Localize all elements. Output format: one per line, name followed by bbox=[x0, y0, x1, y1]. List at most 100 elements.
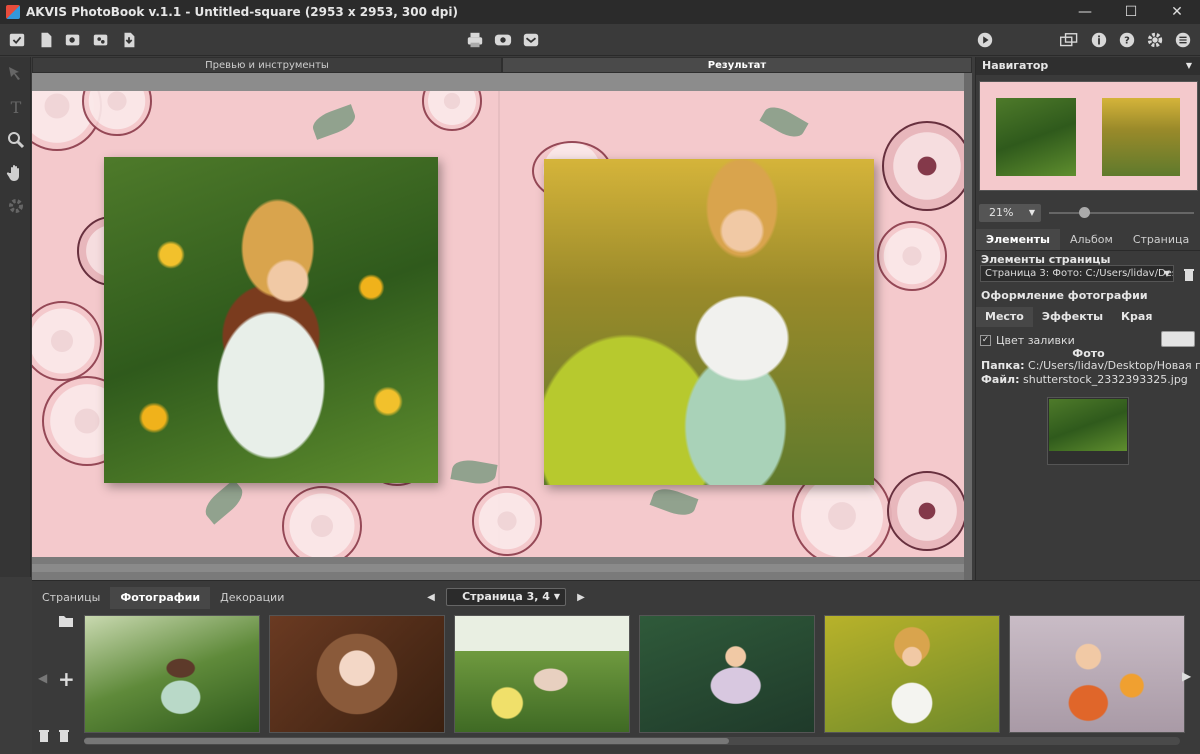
gear-icon[interactable] bbox=[0, 189, 31, 222]
folder-icon[interactable] bbox=[58, 613, 74, 632]
app-logo bbox=[6, 5, 20, 19]
canvas-area[interactable] bbox=[32, 73, 972, 580]
fill-color-label: Цвет заливки bbox=[996, 334, 1075, 347]
tab-edges[interactable]: Края bbox=[1112, 307, 1161, 327]
photo-thumbnail[interactable] bbox=[84, 615, 260, 733]
zoom-select[interactable]: 21% ▼ bbox=[979, 204, 1041, 222]
navigator-photo-right bbox=[1102, 98, 1180, 176]
page-select[interactable]: Страница 3, 4 ▼ bbox=[446, 588, 566, 606]
photo-thumbnail[interactable] bbox=[824, 615, 1000, 733]
new-page-icon[interactable] bbox=[35, 29, 57, 51]
next-page-icon[interactable]: ▶ bbox=[572, 592, 590, 603]
photo-frame-left[interactable] bbox=[104, 157, 438, 483]
photo-frame-right[interactable] bbox=[544, 159, 874, 485]
canvas-gutter bbox=[32, 73, 964, 91]
thumbnail-scrollbar[interactable] bbox=[84, 737, 1180, 745]
title-bar: AKVIS PhotoBook v.1.1 - Untitled-square … bbox=[0, 0, 1200, 24]
decoration-leaf bbox=[450, 457, 498, 487]
photo-strip-controls: ◀ + bbox=[32, 611, 82, 754]
svg-text:T: T bbox=[10, 98, 21, 117]
help-icon[interactable]: ? bbox=[1116, 29, 1138, 51]
right-panel: Навигатор ▼ 21% ▼ Элементы Альбом Страни… bbox=[975, 57, 1200, 580]
selected-photo-image bbox=[1049, 399, 1127, 451]
preview-icon[interactable] bbox=[492, 29, 514, 51]
photo-thumbnail[interactable] bbox=[1009, 615, 1185, 733]
add-icon[interactable]: + bbox=[58, 667, 75, 691]
window-title: AKVIS PhotoBook v.1.1 - Untitled-square … bbox=[26, 5, 458, 19]
canvas-horizontal-scrollbar[interactable] bbox=[32, 564, 964, 572]
navigator-photo-left bbox=[996, 98, 1076, 176]
selected-photo-preview[interactable] bbox=[1047, 397, 1129, 465]
file-row: Файл: shutterstock_2332393325.jpg bbox=[981, 373, 1188, 386]
add-photo-icon[interactable] bbox=[62, 29, 84, 51]
folder-row: Папка: C:/Users/lidav/Desktop/Новая папк… bbox=[981, 359, 1200, 372]
settings-icon[interactable] bbox=[1144, 29, 1166, 51]
page-select-value: Страница 3, 4 bbox=[462, 590, 550, 603]
navigator-header: Навигатор ▼ bbox=[976, 57, 1200, 75]
zoom-row: 21% ▼ bbox=[979, 203, 1198, 223]
decoration-leaf bbox=[649, 484, 699, 520]
tab-elements[interactable]: Элементы bbox=[976, 229, 1060, 250]
bottom-tabs: Страницы Фотографии Декорации bbox=[32, 587, 294, 609]
chevron-down-icon[interactable]: ▼ bbox=[1186, 57, 1192, 75]
main-toolbar: ? bbox=[0, 24, 1200, 56]
zoom-icon[interactable] bbox=[0, 123, 31, 156]
photo-thumbnail[interactable] bbox=[454, 615, 630, 733]
workspace-icon[interactable] bbox=[1056, 29, 1082, 51]
tab-decorations[interactable]: Декорации bbox=[210, 587, 294, 609]
tab-effects[interactable]: Эффекты bbox=[1033, 307, 1112, 327]
trash-icon[interactable] bbox=[1183, 267, 1195, 281]
decoration-leaf bbox=[200, 479, 248, 525]
maximize-button[interactable]: ☐ bbox=[1108, 0, 1154, 24]
decoration-flower bbox=[472, 486, 542, 556]
close-button[interactable]: ✕ bbox=[1154, 0, 1200, 24]
scroll-left-icon[interactable]: ◀ bbox=[38, 671, 47, 685]
decoration-leaf bbox=[759, 101, 809, 143]
zoom-slider-handle[interactable] bbox=[1079, 207, 1090, 218]
tab-album[interactable]: Альбом bbox=[1060, 229, 1123, 250]
panel-tabs: Элементы Альбом Страница bbox=[976, 229, 1200, 251]
tab-place[interactable]: Место bbox=[976, 307, 1033, 327]
play-icon[interactable] bbox=[974, 29, 996, 51]
decoration-flower bbox=[882, 121, 964, 211]
move-icon[interactable] bbox=[0, 57, 31, 90]
bottom-panel: Страницы Фотографии Декорации ◀ Страница… bbox=[32, 580, 1200, 753]
add-decoration-icon[interactable] bbox=[90, 29, 112, 51]
photo-design-label: Оформление фотографии bbox=[981, 289, 1148, 302]
main-tabs: Превью и инструменты Результат bbox=[32, 57, 972, 73]
photo-thumbnails bbox=[84, 615, 1185, 733]
prev-page-icon[interactable]: ◀ bbox=[422, 592, 440, 603]
export-icon[interactable] bbox=[118, 29, 140, 51]
navigator-preview[interactable] bbox=[979, 81, 1198, 191]
page-spread[interactable] bbox=[32, 91, 964, 557]
trash-all-icon[interactable] bbox=[38, 727, 50, 746]
menu-icon[interactable] bbox=[1172, 29, 1194, 51]
zoom-slider-track[interactable] bbox=[1049, 212, 1194, 214]
tab-page[interactable]: Страница bbox=[1123, 229, 1199, 250]
decoration-flower bbox=[282, 486, 362, 557]
fill-color-swatch[interactable] bbox=[1161, 331, 1195, 347]
text-icon[interactable]: T bbox=[0, 90, 31, 123]
folder-key: Папка: bbox=[981, 359, 1025, 372]
info-icon[interactable] bbox=[1088, 29, 1110, 51]
file-key: Файл: bbox=[981, 373, 1020, 386]
thumbnail-scroll-thumb[interactable] bbox=[84, 738, 729, 744]
canvas-vertical-scrollbar[interactable] bbox=[964, 73, 972, 580]
page-elements-select[interactable]: Страница 3: Фото: C:/Users/lidav/Deskto.… bbox=[980, 265, 1174, 282]
decoration-leaf bbox=[309, 104, 359, 140]
photo-thumbnail[interactable] bbox=[639, 615, 815, 733]
share-icon[interactable] bbox=[520, 29, 542, 51]
hand-icon[interactable] bbox=[0, 156, 31, 189]
fill-color-checkbox[interactable]: ✓ bbox=[980, 335, 991, 346]
tab-preview[interactable]: Превью и инструменты bbox=[32, 57, 502, 73]
photo-thumbnail[interactable] bbox=[269, 615, 445, 733]
print-icon[interactable] bbox=[464, 29, 486, 51]
check-icon[interactable] bbox=[6, 29, 28, 51]
decoration-flower bbox=[32, 301, 102, 381]
tab-result[interactable]: Результат bbox=[502, 57, 972, 73]
tab-pages[interactable]: Страницы bbox=[32, 587, 110, 609]
tab-photos[interactable]: Фотографии bbox=[110, 587, 211, 609]
scroll-right-icon[interactable]: ▶ bbox=[1182, 669, 1191, 683]
trash-icon[interactable] bbox=[58, 727, 70, 746]
minimize-button[interactable]: — bbox=[1062, 0, 1108, 24]
